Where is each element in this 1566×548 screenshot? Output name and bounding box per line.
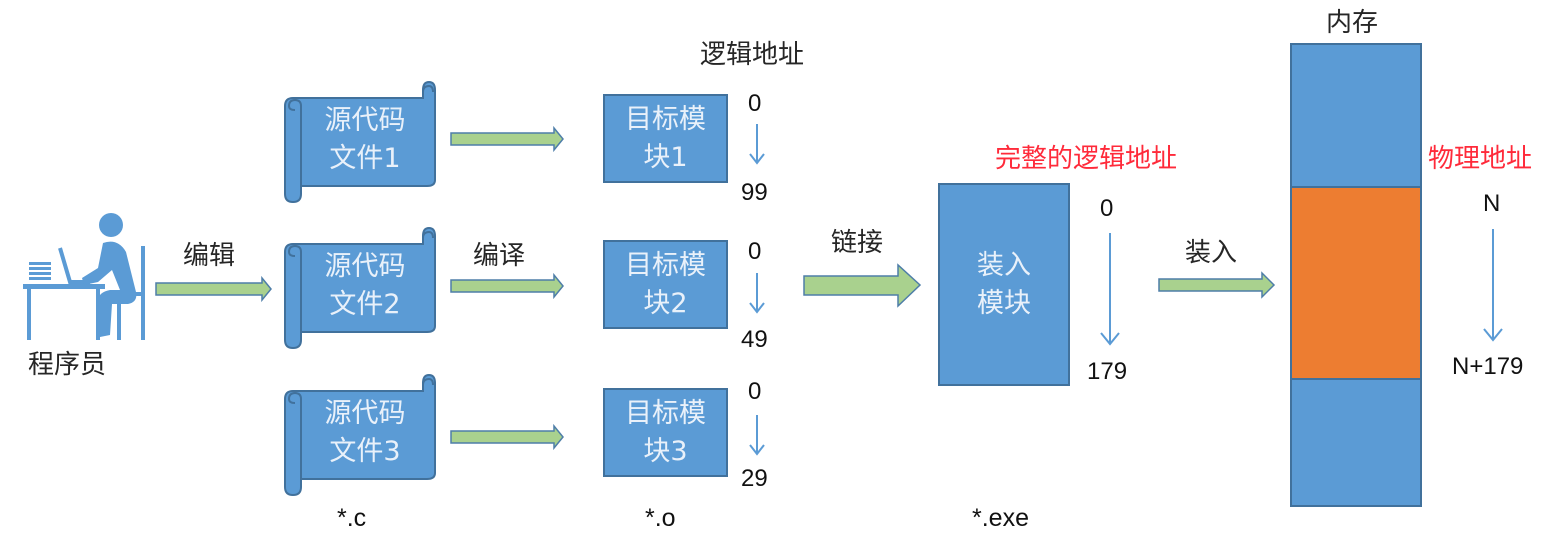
- load-module-line1: 装入: [977, 249, 1031, 281]
- load-module-end: 179: [1087, 358, 1128, 385]
- programmer-label: 程序员: [28, 350, 107, 380]
- object-module-2-line2: 块2: [643, 287, 688, 319]
- source-file-1-line2: 文件1: [329, 143, 401, 174]
- physical-address-title: 物理地址: [1428, 144, 1533, 174]
- source-file-3-line2: 文件3: [329, 436, 401, 467]
- source-file-2-line2: 文件2: [329, 289, 401, 320]
- compile-arrow-1: [450, 125, 564, 153]
- object-module-3-end: 29: [741, 465, 768, 492]
- load-arrow: [1158, 271, 1276, 299]
- address-arrow-module-2: [749, 273, 765, 314]
- object-module-1: 目标模块1: [603, 94, 728, 183]
- memory-block: [1290, 43, 1422, 507]
- memory-title: 内存: [1326, 8, 1379, 38]
- load-module-line2: 模块: [977, 287, 1031, 319]
- load-module-start: 0: [1100, 195, 1114, 222]
- object-module-1-line1: 目标模: [625, 103, 706, 135]
- object-module-3-line1: 目标模: [625, 397, 706, 429]
- address-arrow-module-3: [749, 415, 765, 456]
- source-file-3-line1: 源代码: [324, 398, 406, 429]
- physical-address-end: N+179: [1452, 353, 1524, 380]
- source-file-3: 源代码 文件3: [285, 375, 431, 491]
- object-module-1-line2: 块1: [643, 141, 688, 173]
- source-file-1: 源代码 文件1: [285, 82, 431, 198]
- programmer-icon: [23, 213, 145, 340]
- complete-logical-address-title: 完整的逻辑地址: [995, 144, 1178, 174]
- object-module-2-start: 0: [748, 238, 762, 265]
- compile-arrow-2: [450, 272, 564, 300]
- object-module-2: 目标模块2: [603, 240, 728, 329]
- compile-arrow-3: [450, 423, 564, 451]
- edit-label: 编辑: [183, 241, 236, 271]
- physical-address-start: N: [1483, 190, 1501, 217]
- load-module-ext-label: *.exe: [972, 504, 1029, 532]
- memory-loaded-region: [1292, 186, 1420, 380]
- compile-label: 编译: [473, 241, 526, 271]
- object-ext-label: *.o: [645, 504, 676, 532]
- source-file-1-line1: 源代码: [324, 105, 406, 136]
- source-file-2: 源代码 文件2: [285, 228, 431, 344]
- load-label: 装入: [1185, 238, 1238, 268]
- object-module-1-start: 0: [748, 90, 762, 117]
- address-arrow-load-module: [1100, 233, 1120, 346]
- edit-arrow: [155, 275, 272, 303]
- link-arrow: [803, 263, 922, 308]
- object-module-2-end: 49: [741, 326, 768, 353]
- object-module-3-start: 0: [748, 378, 762, 405]
- object-module-2-line1: 目标模: [625, 249, 706, 281]
- source-ext-label: *.c: [337, 504, 367, 532]
- object-module-3-line2: 块3: [643, 435, 688, 467]
- logical-address-title: 逻辑地址: [700, 40, 805, 70]
- object-module-3: 目标模块3: [603, 388, 728, 477]
- link-label: 链接: [831, 228, 884, 258]
- load-module: 装入 模块: [938, 183, 1070, 386]
- source-file-2-line1: 源代码: [324, 251, 406, 282]
- address-arrow-module-1: [749, 124, 765, 165]
- object-module-1-end: 99: [741, 179, 768, 206]
- address-arrow-physical: [1483, 229, 1503, 342]
